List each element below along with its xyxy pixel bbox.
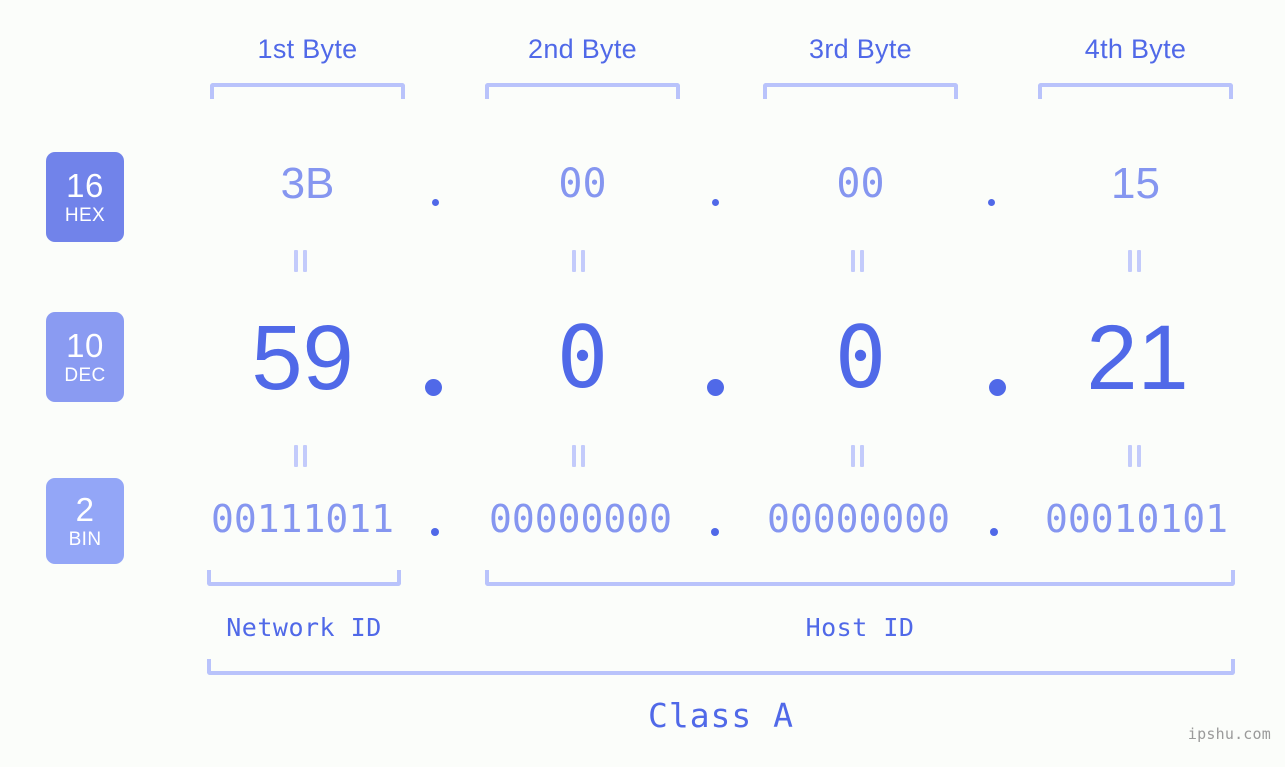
hex-value-byte-3: 00: [836, 161, 885, 207]
dec-separator-dot-3: [989, 379, 1006, 396]
dec-value-byte-4: 21: [1086, 307, 1189, 409]
radix-badge-dec-number: 10: [66, 327, 104, 364]
equals-mark-hex-dec-3: [851, 250, 864, 272]
hex-value-byte-1: 3B: [280, 159, 335, 208]
equals-mark-dec-bin-3: [851, 445, 864, 467]
bin-value-byte-4: 00010101: [1044, 497, 1229, 541]
hex-separator-dot-3: [988, 199, 995, 206]
bin-value-byte-2: 00000000: [488, 497, 673, 541]
byte-bracket-1: [210, 83, 405, 99]
dec-value-byte-1: 59: [251, 307, 354, 409]
class-bracket: [207, 659, 1235, 675]
equals-mark-hex-dec-2: [572, 250, 585, 272]
ip-breakdown-diagram: 1st Byte 2nd Byte 3rd Byte 4th Byte 16 H…: [0, 0, 1285, 767]
equals-mark-hex-dec-1: [294, 250, 307, 272]
host-id-bracket: [485, 570, 1235, 586]
radix-badge-bin: 2 BIN: [46, 478, 124, 564]
bin-separator-dot-2: [711, 528, 719, 536]
byte-bracket-4: [1038, 83, 1233, 99]
byte-header-3: 3rd Byte: [809, 34, 912, 64]
hex-separator-dot-2: [712, 199, 719, 206]
bin-value-byte-1: 00111011: [210, 497, 395, 541]
bin-separator-dot-3: [990, 528, 998, 536]
dec-value-byte-2: 0: [556, 308, 609, 408]
equals-mark-dec-bin-4: [1128, 445, 1141, 467]
dec-separator-dot-1: [425, 379, 442, 396]
byte-header-4: 4th Byte: [1084, 34, 1187, 64]
host-id-label: Host ID: [805, 613, 915, 642]
dec-separator-dot-2: [707, 379, 724, 396]
hex-separator-dot-1: [432, 199, 439, 206]
class-label: Class A: [647, 696, 795, 735]
bin-separator-dot-1: [431, 528, 439, 536]
byte-header-2: 2nd Byte: [528, 34, 637, 64]
hex-value-byte-2: 00: [558, 161, 607, 207]
radix-badge-hex-label: HEX: [64, 205, 106, 226]
watermark: ipshu.com: [1187, 725, 1271, 743]
radix-badge-dec-label: DEC: [64, 365, 106, 386]
radix-badge-dec: 10 DEC: [46, 312, 124, 402]
byte-bracket-3: [763, 83, 958, 99]
byte-header-1: 1st Byte: [257, 34, 358, 64]
radix-badge-bin-label: BIN: [68, 529, 102, 550]
radix-badge-hex-number: 16: [66, 167, 104, 204]
hex-value-byte-4: 15: [1111, 159, 1160, 208]
radix-badge-hex: 16 HEX: [46, 152, 124, 242]
equals-mark-hex-dec-4: [1128, 250, 1141, 272]
dec-value-byte-3: 0: [834, 308, 887, 408]
network-id-bracket: [207, 570, 401, 586]
bin-value-byte-3: 00000000: [766, 497, 951, 541]
radix-badge-bin-number: 2: [75, 491, 95, 528]
byte-bracket-2: [485, 83, 680, 99]
network-id-label: Network ID: [226, 613, 382, 642]
equals-mark-dec-bin-2: [572, 445, 585, 467]
equals-mark-dec-bin-1: [294, 445, 307, 467]
